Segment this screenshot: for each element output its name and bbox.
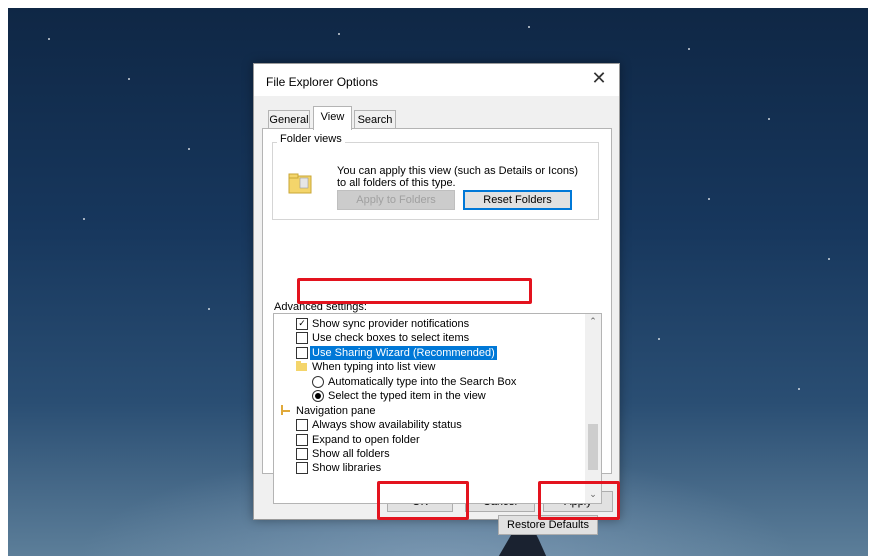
list-item-label: Navigation pane [296,405,376,417]
list-item-label: When typing into list view [312,361,436,373]
navigation-pane-icon [280,405,291,415]
chevron-up-icon[interactable]: ⌃ [585,314,601,330]
star [658,338,660,340]
advanced-settings-list[interactable]: ✓ Show sync provider notifications Use c… [273,313,602,504]
list-item-label: Expand to open folder [312,434,420,446]
folder-icon [296,361,307,371]
list-item-label: Always show availability status [312,419,462,431]
checkbox[interactable] [296,332,308,344]
reset-folders-button[interactable]: Reset Folders [463,190,572,210]
folder-views-legend: Folder views [277,133,345,145]
checkbox[interactable] [296,462,308,474]
list-item-label: Show sync provider notifications [312,318,470,330]
list-item-label: Select the typed item in the view [328,390,486,402]
star [128,78,130,80]
radio-button[interactable] [312,376,324,388]
file-explorer-options-dialog: File Explorer Options ✕ General View Sea… [253,63,620,535]
checkbox[interactable] [296,347,308,359]
checkbox[interactable] [296,419,308,431]
list-item-label: Use Sharing Wizard (Recommended) [310,346,497,360]
star [798,388,800,390]
star [768,118,770,120]
view-tab-panel: Folder views You can apply this view (su… [262,128,612,535]
star [208,308,210,310]
star [338,33,340,35]
star [48,38,50,40]
scrollbar-thumb[interactable] [588,424,598,470]
star [688,48,690,50]
folder-views-description: You can apply this view (such as Details… [337,165,579,189]
radio-button-selected[interactable] [312,390,324,402]
close-button[interactable]: ✕ [579,64,619,94]
checkbox-checked[interactable]: ✓ [296,318,308,330]
checkbox[interactable] [296,434,308,446]
star [188,148,190,150]
tab-general[interactable]: General [268,110,310,129]
list-item-label: Show all folders [312,448,390,460]
star [528,26,530,28]
star [708,198,710,200]
scrollbar[interactable]: ⌃ ⌄ [585,314,601,503]
advanced-settings-label: Advanced settings: [274,301,367,313]
restore-defaults-button[interactable]: Restore Defaults [498,515,598,535]
list-item-label: Use check boxes to select items [312,332,470,344]
title-bar[interactable]: File Explorer Options ✕ [254,64,619,96]
tab-view[interactable]: View [313,106,352,130]
folder-icon [288,173,312,194]
list-item-label: Show libraries [312,462,382,474]
checkbox[interactable] [296,448,308,460]
star [828,258,830,260]
list-item-label: Automatically type into the Search Box [328,376,517,388]
star [83,218,85,220]
chevron-down-icon[interactable]: ⌄ [585,487,601,503]
folder-views-group: You can apply this view (such as Details… [272,142,599,220]
tab-search[interactable]: Search [354,110,396,129]
dialog-title: File Explorer Options [266,75,379,89]
apply-to-folders-button[interactable]: Apply to Folders [337,190,455,210]
